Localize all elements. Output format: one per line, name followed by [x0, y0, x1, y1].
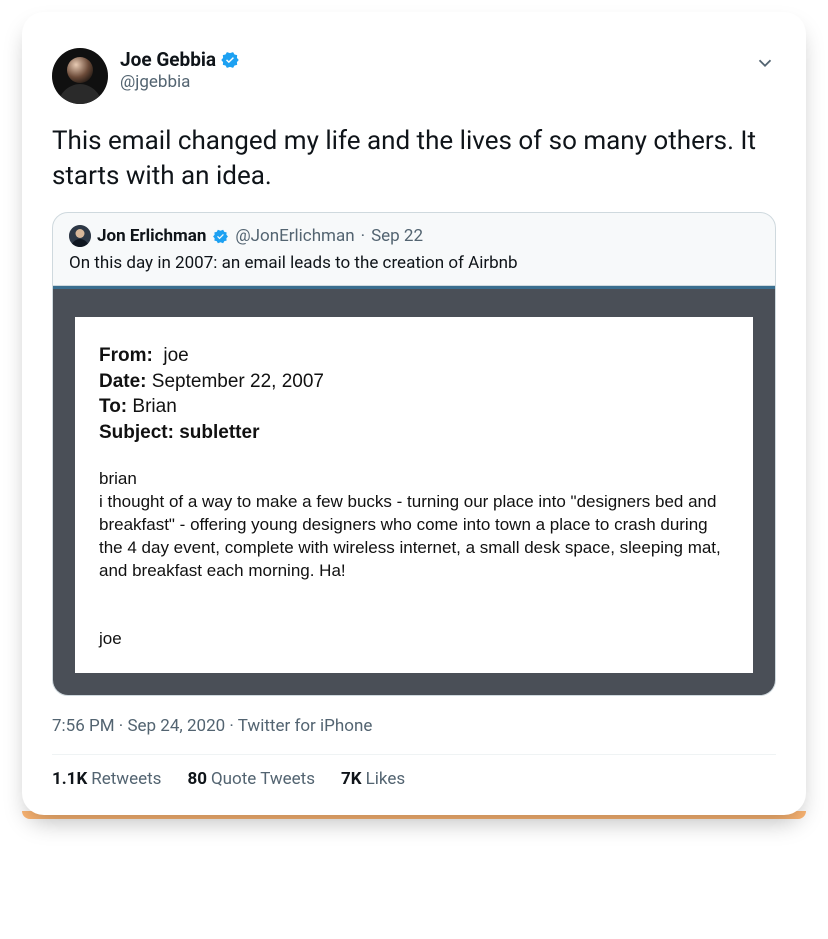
email-to-label: To:: [99, 396, 127, 417]
email-frame: From: joe Date: September 22, 2007 To: B…: [53, 286, 775, 695]
quotes-count: 80: [187, 769, 207, 789]
email-body: brian i thought of a way to make a few b…: [99, 468, 729, 652]
dot-separator: ·: [361, 226, 365, 246]
tweet-meta: 7:56 PM · Sep 24, 2020 · Twitter for iPh…: [52, 716, 776, 736]
verified-badge-icon: [220, 50, 240, 70]
email-from-label: From:: [99, 345, 153, 366]
retweets-stat[interactable]: 1.1KRetweets: [52, 769, 161, 789]
quoted-text: On this day in 2007: an email leads to t…: [69, 253, 759, 273]
quoted-media: From: joe Date: September 22, 2007 To: B…: [53, 285, 775, 695]
email-to-value: Brian: [132, 396, 176, 417]
chevron-down-icon[interactable]: [754, 52, 776, 74]
tweet-source[interactable]: Twitter for iPhone: [238, 716, 373, 736]
quoted-author-name: Jon Erlichman: [97, 226, 206, 246]
quote-tweets-stat[interactable]: 80Quote Tweets: [187, 769, 315, 789]
author-display-name[interactable]: Joe Gebbia: [120, 48, 216, 71]
quoted-date: Sep 22: [371, 226, 423, 246]
email-subject-label: Subject:: [99, 422, 174, 443]
likes-label: Likes: [366, 769, 406, 789]
email-greeting: brian: [99, 468, 729, 491]
tweet-header: Joe Gebbia @jgebbia: [52, 48, 776, 104]
quoted-tweet[interactable]: Jon Erlichman @JonErlichman · Sep 22 On …: [52, 212, 776, 696]
dot-separator: ·: [229, 716, 237, 736]
quoted-author-avatar: [69, 225, 91, 247]
author-handle[interactable]: @jgebbia: [120, 72, 754, 92]
quoted-author-handle: @JonErlichman: [235, 226, 354, 246]
author-block: Joe Gebbia @jgebbia: [120, 48, 754, 92]
retweets-count: 1.1K: [52, 769, 87, 789]
email-date-value: September 22, 2007: [152, 371, 324, 392]
verified-badge-icon: [212, 228, 229, 245]
email-signature: joe: [99, 628, 729, 651]
email-body-card: From: joe Date: September 22, 2007 To: B…: [75, 317, 753, 673]
divider: [52, 754, 776, 755]
likes-count: 7K: [341, 769, 362, 789]
email-subject-value: subletter: [179, 422, 259, 443]
tweet-stats: 1.1KRetweets 80Quote Tweets 7KLikes: [52, 769, 776, 789]
retweets-label: Retweets: [91, 769, 161, 789]
tweet-text: This email changed my life and the lives…: [52, 124, 776, 194]
quoted-header: Jon Erlichman @JonErlichman · Sep 22 On …: [53, 213, 775, 285]
quotes-label: Quote Tweets: [211, 769, 315, 789]
email-from-value: joe: [163, 345, 188, 366]
email-paragraph: i thought of a way to make a few bucks -…: [99, 491, 729, 583]
tweet-timestamp[interactable]: 7:56 PM · Sep 24, 2020: [52, 716, 225, 736]
tweet-card: Joe Gebbia @jgebbia This email changed m…: [22, 12, 806, 815]
email-date-label: Date:: [99, 371, 147, 392]
likes-stat[interactable]: 7KLikes: [341, 769, 405, 789]
email-headers: From: joe Date: September 22, 2007 To: B…: [99, 343, 729, 446]
author-avatar[interactable]: [52, 48, 108, 104]
